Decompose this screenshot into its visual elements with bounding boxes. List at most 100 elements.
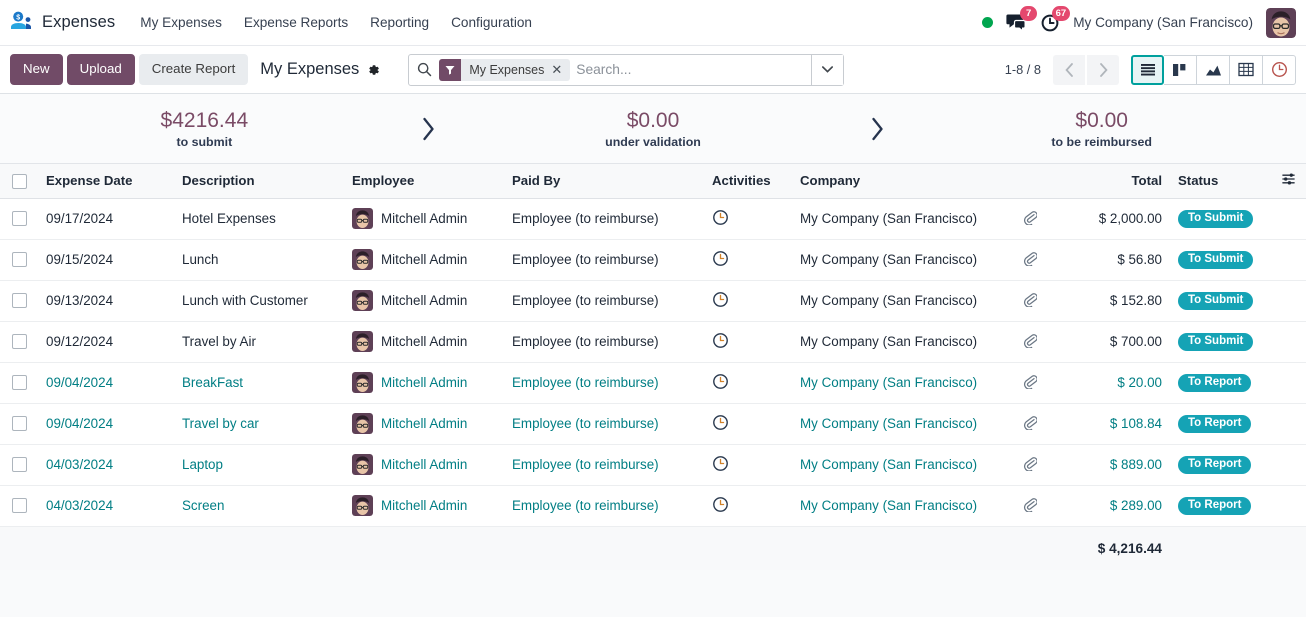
create-report-button[interactable]: Create Report — [138, 54, 249, 85]
cell-employee[interactable]: Mitchell Admin — [344, 198, 504, 240]
menu-item-configuration[interactable]: Configuration — [440, 9, 543, 36]
status-card-to-submit[interactable]: $4216.44 to submit — [6, 108, 403, 149]
cell-description[interactable]: BreakFast — [174, 362, 344, 404]
clock-icon[interactable] — [712, 414, 729, 431]
view-button-kanban[interactable] — [1164, 54, 1197, 85]
column-header-total[interactable]: Total — [1050, 164, 1170, 199]
row-select-cell[interactable] — [0, 198, 38, 240]
row-select-cell[interactable] — [0, 403, 38, 445]
cell-activities[interactable] — [704, 444, 792, 486]
row-select-cell[interactable] — [0, 280, 38, 322]
search-facet-my-expenses[interactable]: My Expenses ✕ — [439, 58, 571, 81]
cell-activities[interactable] — [704, 198, 792, 240]
menu-item-expense-reports[interactable]: Expense Reports — [233, 9, 359, 36]
row-checkbox[interactable] — [11, 375, 27, 391]
table-row[interactable]: 09/04/2024 BreakFast Mitchell Admin Empl… — [0, 362, 1306, 404]
clock-icon[interactable] — [712, 373, 729, 390]
table-row[interactable]: 04/03/2024 Screen Mitchell Admin Employe… — [0, 485, 1306, 527]
cell-expense-date[interactable]: 09/15/2024 — [38, 239, 174, 281]
avatar[interactable] — [1266, 7, 1296, 38]
column-header-status[interactable]: Status — [1170, 164, 1270, 199]
cell-description[interactable]: Travel by car — [174, 403, 344, 445]
column-options-toggle[interactable] — [1270, 164, 1306, 199]
pager-previous-button[interactable] — [1053, 54, 1085, 85]
cell-paid-by[interactable]: Employee (to reimburse) — [504, 362, 704, 404]
cell-description[interactable]: Screen — [174, 485, 344, 527]
cell-attachment[interactable] — [1010, 444, 1050, 486]
cell-status[interactable]: To Report — [1170, 444, 1270, 486]
cell-status[interactable]: To Report — [1170, 362, 1270, 404]
cell-paid-by[interactable]: Employee (to reimburse) — [504, 403, 704, 445]
row-select-cell[interactable] — [0, 485, 38, 527]
cell-status[interactable]: To Report — [1170, 403, 1270, 445]
cell-total[interactable]: $ 108.84 — [1050, 403, 1170, 445]
cell-description[interactable]: Lunch — [174, 239, 344, 281]
cell-attachment[interactable] — [1010, 239, 1050, 281]
cell-total[interactable]: $ 700.00 — [1050, 321, 1170, 363]
cell-employee[interactable]: Mitchell Admin — [344, 485, 504, 527]
close-icon[interactable]: ✕ — [551, 63, 562, 76]
cell-total[interactable]: $ 2,000.00 — [1050, 198, 1170, 240]
row-checkbox[interactable] — [11, 416, 27, 432]
messages-button[interactable]: 7 — [1006, 6, 1038, 32]
paperclip-icon[interactable] — [1023, 497, 1037, 512]
column-header-paid-by[interactable]: Paid By — [504, 164, 704, 199]
cell-employee[interactable]: Mitchell Admin — [344, 403, 504, 445]
row-checkbox[interactable] — [11, 211, 27, 227]
cell-status[interactable]: To Report — [1170, 485, 1270, 527]
table-row[interactable]: 09/04/2024 Travel by car Mitchell Admin … — [0, 403, 1306, 445]
cell-paid-by[interactable]: Employee (to reimburse) — [504, 239, 704, 281]
cell-description[interactable]: Laptop — [174, 444, 344, 486]
cell-company[interactable]: My Company (San Francisco) — [792, 239, 1010, 281]
clock-icon[interactable] — [712, 291, 729, 308]
cell-expense-date[interactable]: 09/17/2024 — [38, 198, 174, 240]
row-select-cell[interactable] — [0, 444, 38, 486]
row-select-cell[interactable] — [0, 321, 38, 363]
cell-expense-date[interactable]: 09/12/2024 — [38, 321, 174, 363]
cell-expense-date[interactable]: 09/13/2024 — [38, 280, 174, 322]
paperclip-icon[interactable] — [1023, 456, 1037, 471]
column-header-expense-date[interactable]: Expense Date — [38, 164, 174, 199]
cell-total[interactable]: $ 20.00 — [1050, 362, 1170, 404]
cell-company[interactable]: My Company (San Francisco) — [792, 444, 1010, 486]
cell-status[interactable]: To Submit — [1170, 280, 1270, 322]
clock-icon[interactable] — [712, 250, 729, 267]
gear-icon[interactable] — [366, 63, 380, 77]
table-row[interactable]: 09/17/2024 Hotel Expenses Mitchell Admin… — [0, 198, 1306, 240]
cell-paid-by[interactable]: Employee (to reimburse) — [504, 198, 704, 240]
cell-company[interactable]: My Company (San Francisco) — [792, 198, 1010, 240]
paperclip-icon[interactable] — [1023, 210, 1037, 225]
search-input[interactable] — [576, 62, 812, 77]
search-dropdown-toggle[interactable] — [811, 54, 844, 85]
cell-status[interactable]: To Submit — [1170, 239, 1270, 281]
table-row[interactable]: 09/13/2024 Lunch with Customer Mitchell … — [0, 280, 1306, 322]
cell-employee[interactable]: Mitchell Admin — [344, 239, 504, 281]
cell-activities[interactable] — [704, 485, 792, 527]
cell-attachment[interactable] — [1010, 362, 1050, 404]
cell-description[interactable]: Lunch with Customer — [174, 280, 344, 322]
row-checkbox[interactable] — [11, 252, 27, 268]
paperclip-icon[interactable] — [1023, 374, 1037, 389]
clock-icon[interactable] — [712, 209, 729, 226]
row-checkbox[interactable] — [11, 498, 27, 514]
paperclip-icon[interactable] — [1023, 415, 1037, 430]
cell-total[interactable]: $ 289.00 — [1050, 485, 1170, 527]
cell-description[interactable]: Hotel Expenses — [174, 198, 344, 240]
cell-paid-by[interactable]: Employee (to reimburse) — [504, 280, 704, 322]
cell-expense-date[interactable]: 09/04/2024 — [38, 403, 174, 445]
row-checkbox[interactable] — [11, 334, 27, 350]
row-select-cell[interactable] — [0, 239, 38, 281]
cell-company[interactable]: My Company (San Francisco) — [792, 321, 1010, 363]
menu-item-reporting[interactable]: Reporting — [359, 9, 440, 36]
cell-activities[interactable] — [704, 362, 792, 404]
column-header-employee[interactable]: Employee — [344, 164, 504, 199]
view-button-list[interactable] — [1131, 54, 1164, 85]
cell-company[interactable]: My Company (San Francisco) — [792, 485, 1010, 527]
select-all-header[interactable] — [0, 164, 38, 199]
cell-attachment[interactable] — [1010, 403, 1050, 445]
cell-attachment[interactable] — [1010, 321, 1050, 363]
upload-button[interactable]: Upload — [66, 54, 135, 85]
cell-status[interactable]: To Submit — [1170, 321, 1270, 363]
cell-status[interactable]: To Submit — [1170, 198, 1270, 240]
cell-employee[interactable]: Mitchell Admin — [344, 321, 504, 363]
